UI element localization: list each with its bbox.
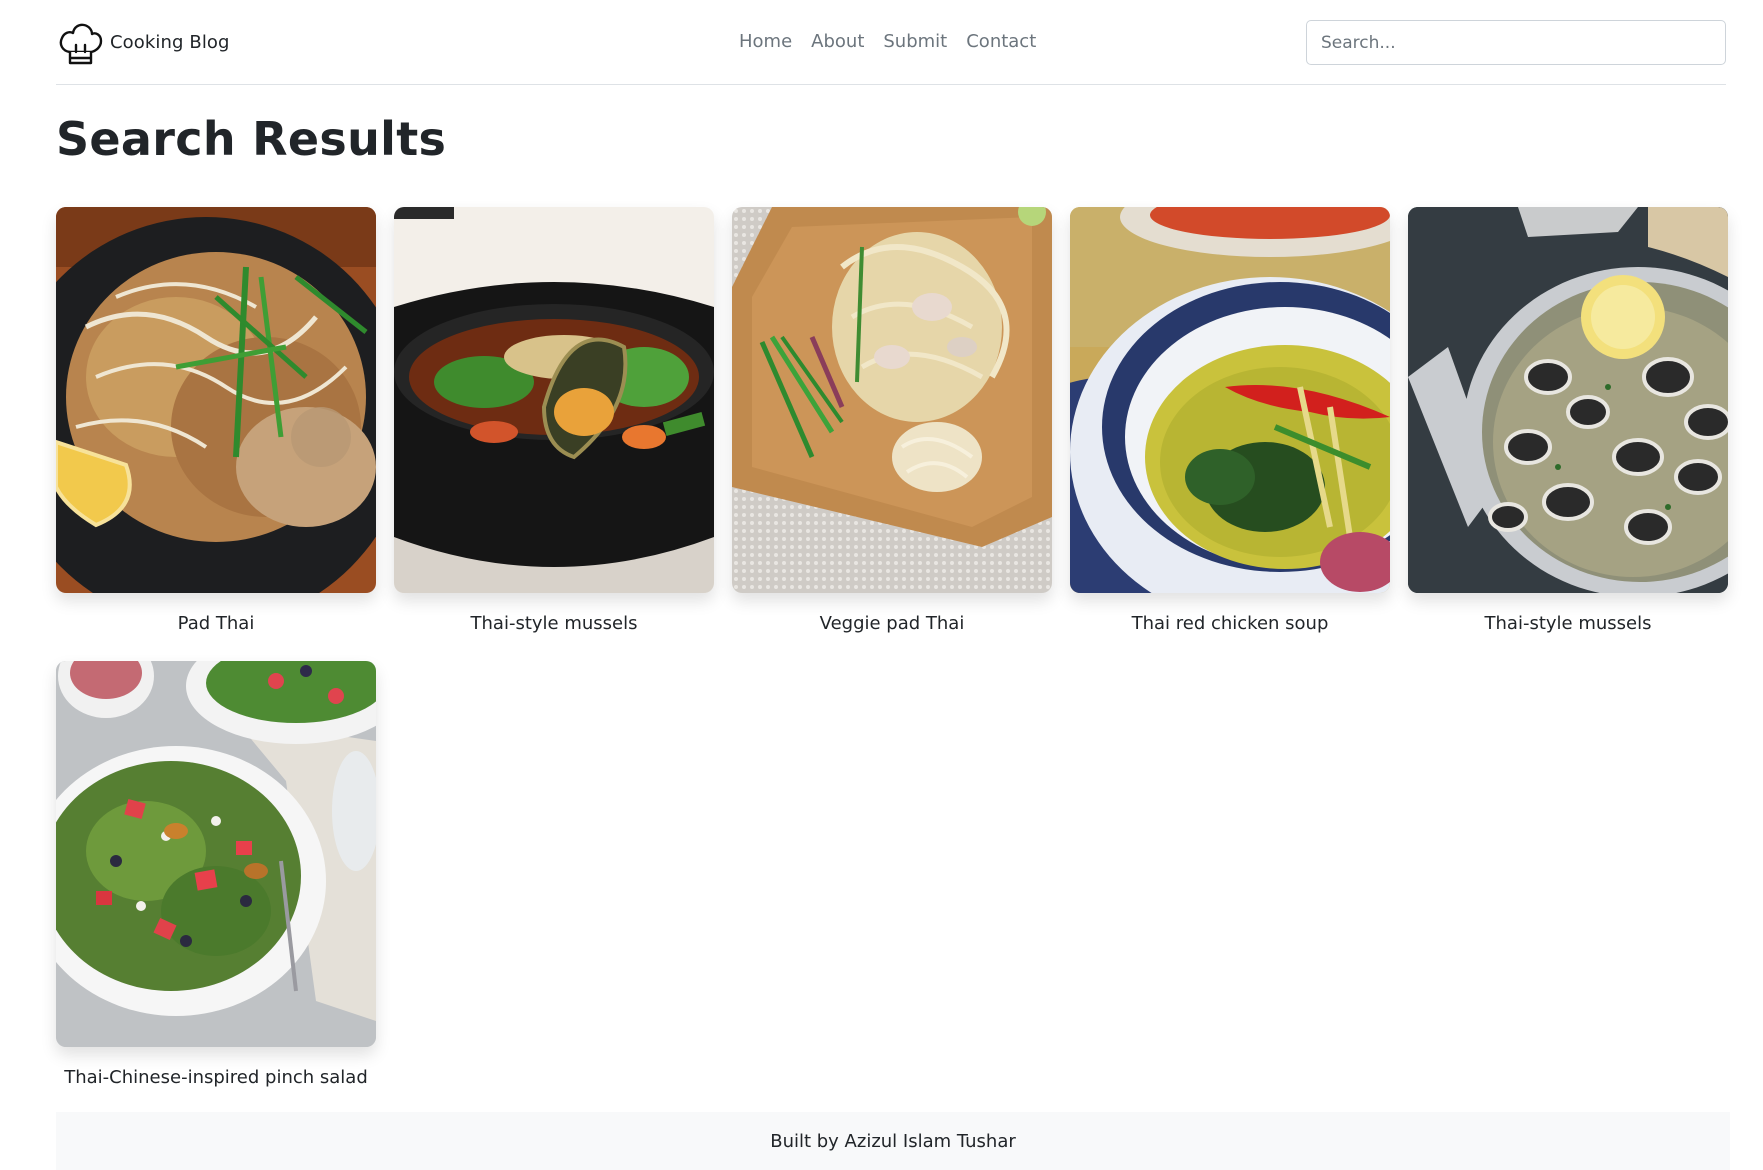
recipe-card[interactable]: Thai red chicken soup [1070,207,1390,635]
recipe-image[interactable] [732,207,1052,593]
nav-home-link[interactable]: Home [739,29,792,55]
recipe-image[interactable] [56,661,376,1047]
recipe-card[interactable]: Thai-Chinese-inspired pinch salad [56,661,376,1089]
footer-credit: Built by Azizul Islam Tushar [770,1130,1016,1152]
recipe-image[interactable] [1408,207,1728,593]
recipe-card[interactable]: Veggie pad Thai [732,207,1052,635]
site-header: Cooking Blog Home About Submit Contact [56,0,1726,85]
brand-link[interactable]: Cooking Blog [56,18,230,66]
nav-contact-link[interactable]: Contact [966,29,1036,55]
recipe-card[interactable]: Thai-style mussels [1408,207,1728,635]
recipe-title[interactable]: Thai-Chinese-inspired pinch salad [56,1067,376,1089]
page: Cooking Blog Home About Submit Contact S… [0,0,1763,1170]
recipe-title[interactable]: Thai red chicken soup [1070,613,1390,635]
recipe-card[interactable]: Thai-style mussels [394,207,714,635]
results-grid: Pad Thai Thai-style mussels Veggie pad T… [56,207,1730,1089]
recipe-image[interactable] [1070,207,1390,593]
recipe-photo [56,207,376,593]
recipe-photo [394,207,714,593]
nav-submit-link[interactable]: Submit [883,29,947,55]
recipe-title[interactable]: Thai-style mussels [394,613,714,635]
recipe-card[interactable]: Pad Thai [56,207,376,635]
chef-hat-icon [59,23,103,65]
recipe-title[interactable]: Pad Thai [56,613,376,635]
recipe-photo [56,661,376,1047]
brand-name: Cooking Blog [110,31,230,53]
recipe-title[interactable]: Veggie pad Thai [732,613,1052,635]
recipe-photo [1408,207,1728,593]
recipe-photo [1070,207,1390,593]
site-footer: Built by Azizul Islam Tushar [56,1112,1730,1170]
recipe-image[interactable] [56,207,376,593]
main-nav: Home About Submit Contact [739,29,1036,55]
recipe-photo [732,207,1052,593]
page-title: Search Results [56,112,447,166]
recipe-image[interactable] [394,207,714,593]
recipe-title[interactable]: Thai-style mussels [1408,613,1728,635]
search-input[interactable] [1306,20,1726,65]
nav-about-link[interactable]: About [811,29,864,55]
